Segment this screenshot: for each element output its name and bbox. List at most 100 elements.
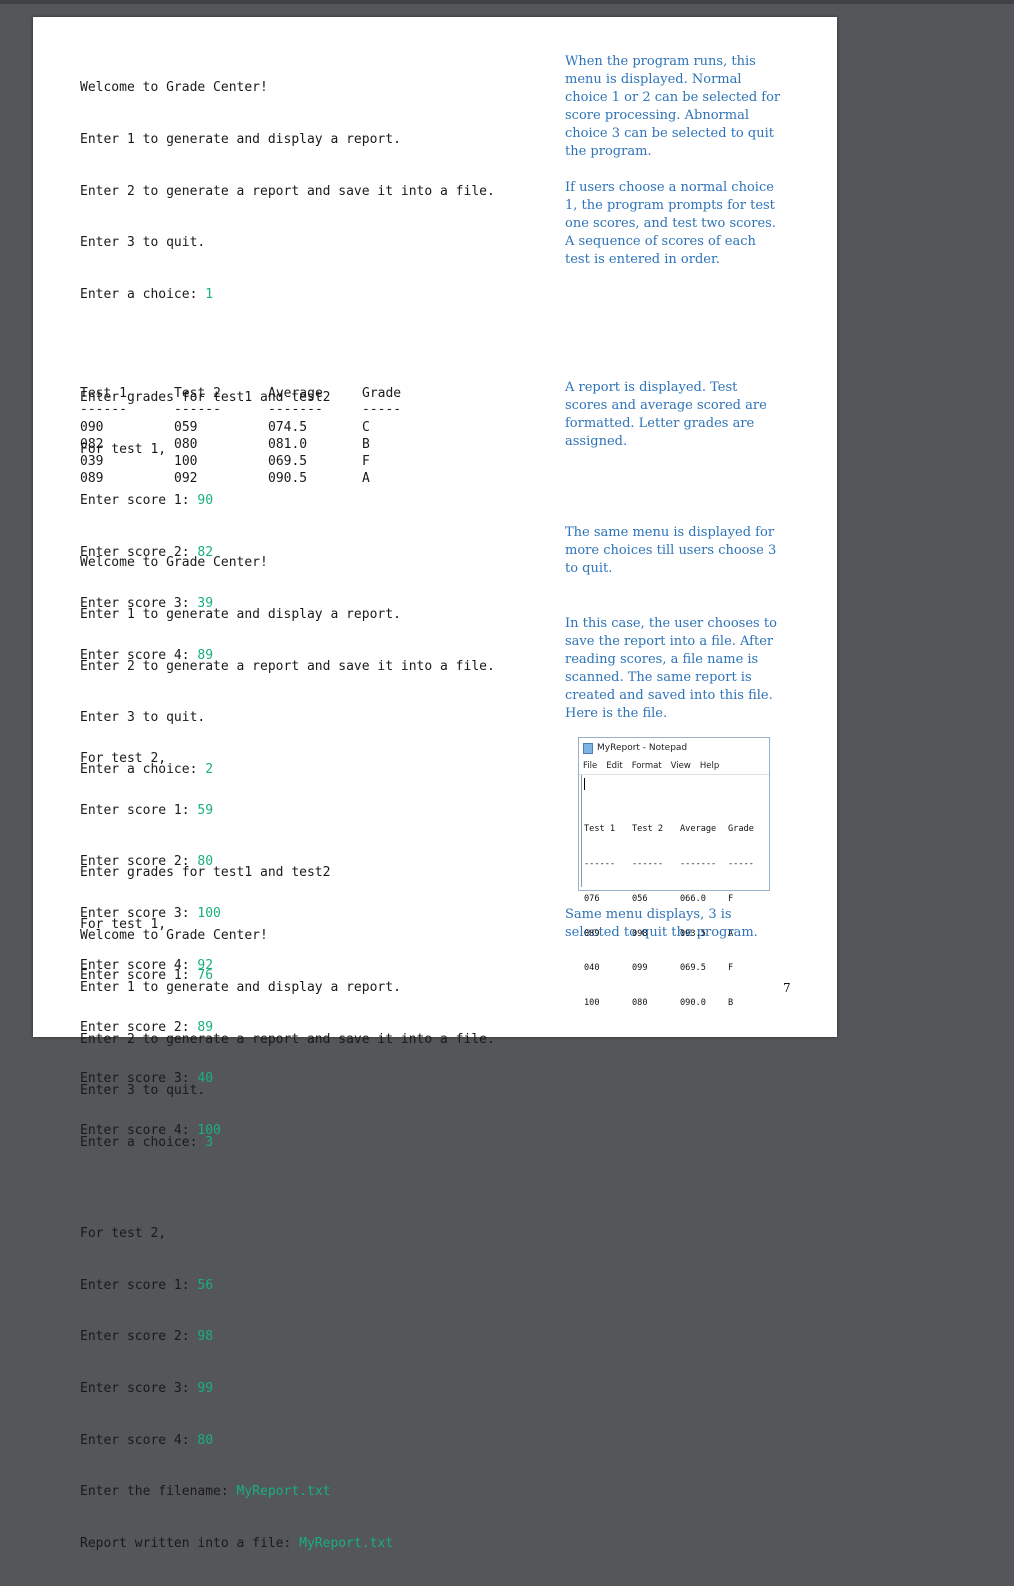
choice-input: 3: [205, 1135, 213, 1150]
notepad-cell: ------: [584, 859, 632, 871]
notepad-cell: 069.5: [680, 963, 728, 975]
menu-welcome-line: Welcome to Grade Center!: [80, 79, 495, 96]
report-header-cell: Test 2: [174, 385, 268, 403]
notepad-cell: Grade: [728, 824, 758, 836]
score-input: 98: [197, 1329, 213, 1344]
report-dash-row: ------ ------ ------- -----: [80, 403, 456, 419]
report-cell: 039: [80, 453, 174, 470]
report-dash-cell: ------: [174, 403, 268, 419]
report-table: Test 1 Test 2 Average Grade ------ -----…: [80, 385, 456, 487]
notepad-menu-help: Help: [700, 761, 719, 771]
report-row: 082 080 081.0 B: [80, 436, 456, 453]
menu-option-3: Enter 3 to quit.: [80, 234, 495, 251]
notepad-title: MyReport - Notepad: [597, 743, 687, 753]
notepad-cell: 066.0: [680, 894, 728, 906]
notepad-menu-bar: File Edit Format View Help: [579, 758, 769, 775]
notepad-cell: -------: [680, 859, 728, 871]
menu-option-2: Enter 2 to generate a report and save it…: [80, 1031, 495, 1048]
notepad-cell: 090.0: [680, 998, 728, 1010]
score-input: 99: [197, 1381, 213, 1396]
notepad-cell: 040: [584, 963, 632, 975]
notepad-cell: F: [728, 963, 758, 975]
notepad-cell: 080: [632, 998, 680, 1010]
choice-line: Enter a choice: 3: [80, 1134, 495, 1151]
choice-line: Enter a choice: 1: [80, 286, 495, 303]
filename-prompt: Enter the filename:: [80, 1484, 237, 1499]
report-header-cell: Test 1: [80, 385, 174, 403]
score-prompt: Enter score 4:: [80, 1433, 197, 1448]
written-prompt: Report written into a file:: [80, 1536, 299, 1551]
menu-welcome-line: Welcome to Grade Center!: [80, 554, 495, 571]
score-prompt: Enter score 2:: [80, 1329, 197, 1344]
notepad-cell: B: [728, 998, 758, 1010]
console-run-3: Welcome to Grade Center! Enter 1 to gene…: [80, 893, 495, 1185]
menu-option-2: Enter 2 to generate a report and save it…: [80, 658, 495, 675]
notepad-icon: [583, 743, 593, 754]
report-row: 039 100 069.5 F: [80, 453, 456, 470]
notepad-menu-file: File: [583, 761, 597, 771]
report-row: 089 092 090.5 A: [80, 470, 456, 487]
menu-option-1: Enter 1 to generate and display a report…: [80, 979, 495, 996]
notepad-cell: 089: [584, 929, 632, 941]
score-line: Enter score 4: 80: [80, 1432, 495, 1449]
menu-welcome-line: Welcome to Grade Center!: [80, 927, 495, 944]
score-line: Enter score 1: 90: [80, 492, 495, 509]
notepad-menu-edit: Edit: [606, 761, 622, 771]
report-cell: 074.5: [268, 419, 362, 436]
blank-line: [80, 812, 495, 829]
menu-option-2: Enter 2 to generate a report and save it…: [80, 183, 495, 200]
note-normal-choice: If users choose a normal choice 1, the p…: [565, 179, 783, 269]
notepad-cell: 076: [584, 894, 632, 906]
menu-option-1: Enter 1 to generate and display a report…: [80, 131, 495, 148]
report-row: 090 059 074.5 C: [80, 419, 456, 436]
score-input: 56: [197, 1278, 213, 1293]
score-line: Enter score 1: 56: [80, 1277, 495, 1294]
report-cell: 100: [174, 453, 268, 470]
report-cell: 080: [174, 436, 268, 453]
score-prompt: Enter score 1:: [80, 1278, 197, 1293]
test2-label: For test 2,: [80, 1225, 495, 1242]
notepad-cell: 100: [584, 998, 632, 1010]
notepad-cell: F: [728, 894, 758, 906]
choice-line: Enter a choice: 2: [80, 761, 495, 778]
score-line: Enter score 2: 98: [80, 1328, 495, 1345]
note-save-file: In this case, the user chooses to save t…: [565, 615, 783, 723]
grades-header: Enter grades for test1 and test2: [80, 864, 495, 881]
choice-prompt: Enter a choice:: [80, 1135, 205, 1150]
notepad-row: 076 056 066.0 F: [584, 894, 758, 906]
note-report: A report is displayed. Test scores and a…: [565, 379, 783, 451]
page-number: 7: [783, 981, 791, 995]
blank-line: [80, 337, 495, 354]
score-line: Enter score 3: 99: [80, 1380, 495, 1397]
score-prompt: Enter score 3:: [80, 1381, 197, 1396]
notepad-title-bar: MyReport - Notepad: [579, 738, 769, 758]
choice-input: 1: [205, 287, 213, 302]
report-cell: 082: [80, 436, 174, 453]
notepad-cell: Test 1: [584, 824, 632, 836]
notepad-screenshot: MyReport - Notepad File Edit Format View…: [578, 737, 770, 891]
notepad-row: 100 080 090.0 B: [584, 998, 758, 1010]
notepad-dash-row: ------ ------ ------- -----: [584, 859, 758, 871]
report-cell: 059: [174, 419, 268, 436]
notepad-cell: ------: [632, 859, 680, 871]
viewer-top-bar: [0, 0, 1014, 4]
notepad-row: 040 099 069.5 F: [584, 963, 758, 975]
filename-input: MyReport.txt: [237, 1484, 331, 1499]
report-cell: 090: [80, 419, 174, 436]
note-repeat-menu: The same menu is displayed for more choi…: [565, 524, 783, 578]
report-dash-cell: -----: [362, 403, 456, 419]
report-cell: C: [362, 419, 456, 436]
notepad-header-row: Test 1 Test 2 Average Grade: [584, 824, 758, 836]
report-header-cell: Grade: [362, 385, 456, 403]
notepad-report: Test 1 Test 2 Average Grade ------ -----…: [584, 801, 758, 1033]
note-menu: When the program runs, this menu is disp…: [565, 53, 783, 161]
filename-line: Enter the filename: MyReport.txt: [80, 1483, 495, 1500]
report-dash-cell: ------: [80, 403, 174, 419]
written-line: Report written into a file: MyReport.txt: [80, 1535, 495, 1552]
document-page: Welcome to Grade Center! Enter 1 to gene…: [33, 17, 837, 1037]
notepad-cell: 098: [632, 929, 680, 941]
score-input: 90: [197, 493, 213, 508]
report-dash-cell: -------: [268, 403, 362, 419]
notepad-cell: A: [728, 929, 758, 941]
notepad-menu-view: View: [671, 761, 691, 771]
